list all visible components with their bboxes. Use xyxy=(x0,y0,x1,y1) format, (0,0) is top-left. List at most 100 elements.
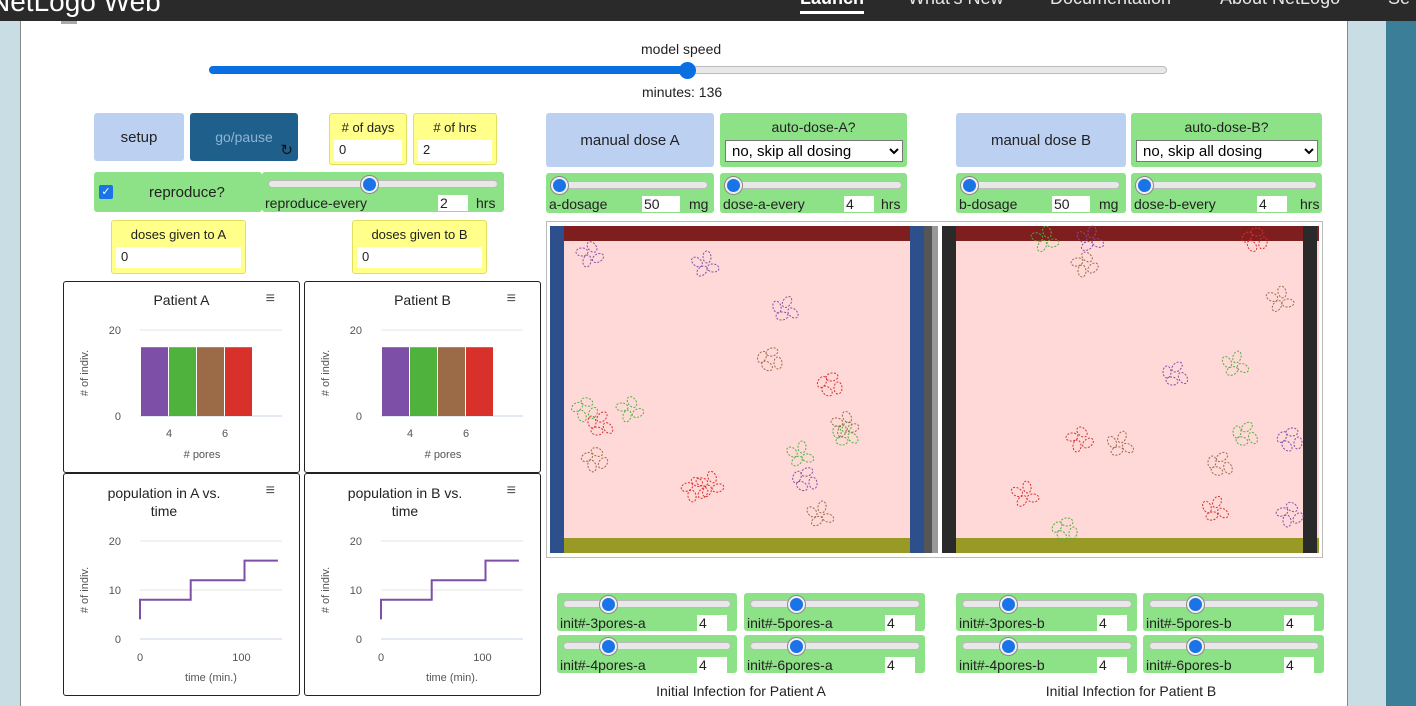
nav-documentation[interactable]: Documentation xyxy=(1050,0,1171,9)
x-tick-label: 0 xyxy=(378,652,384,664)
slider-thumb[interactable] xyxy=(788,638,805,655)
b-dosage-label: b-dosage xyxy=(959,196,1018,212)
init-6pores-b-value: 4 xyxy=(1284,657,1314,673)
bar-3 xyxy=(141,347,168,416)
days-label: # of days xyxy=(341,120,395,135)
days-field[interactable]: 0 xyxy=(334,140,402,161)
init-6pores-b-label: init#-6pores-b xyxy=(1146,657,1232,673)
manual-dose-a-button[interactable]: manual dose A xyxy=(546,113,714,167)
reproduce-every-label: reproduce-every xyxy=(265,195,367,211)
init-3pores-b-widget: init#-3pores-b 4 xyxy=(956,593,1137,631)
init-4pores-b-label: init#-4pores-b xyxy=(959,657,1045,673)
chart-svg: 0 10 20 0 100 time (min). # of indiv. xyxy=(320,536,523,684)
x-axis-label: # pores xyxy=(425,449,462,461)
init-6pores-b-slider[interactable] xyxy=(1149,638,1319,655)
dose-b-every-label: dose-b-every xyxy=(1134,196,1216,212)
slider-thumb[interactable] xyxy=(1000,596,1017,613)
auto-dose-b-select[interactable]: no, skip all dosing xyxy=(1136,140,1318,162)
minutes-label: minutes: 136 xyxy=(642,84,723,100)
b-dosage-value: 50 xyxy=(1052,196,1090,212)
reproduce-switch[interactable]: ✓ reproduce? xyxy=(94,172,262,212)
x-axis-label: time (min). xyxy=(426,672,478,684)
y-tick-label: 0 xyxy=(115,634,121,646)
y-tick-label: 20 xyxy=(109,325,121,337)
reproduce-every-value: 2 xyxy=(438,195,468,211)
nav-more[interactable]: Se xyxy=(1388,0,1410,9)
x-tick-label: 6 xyxy=(463,428,469,440)
init-5pores-a-value: 4 xyxy=(885,615,915,631)
speed-slider[interactable] xyxy=(209,62,1167,79)
y-tick-label: 20 xyxy=(109,536,121,548)
doses-b-monitor: doses given to B 0 xyxy=(352,220,487,274)
nav-whats-new[interactable]: What's New xyxy=(908,0,1003,9)
patient-a-top-membrane xyxy=(550,226,938,241)
doses-a-value: 0 xyxy=(116,247,241,268)
manual-dose-b-button[interactable]: manual dose B xyxy=(956,113,1126,167)
go-pause-button[interactable]: go/pause ↻ xyxy=(190,113,298,161)
reproduce-every-slider-widget: reproduce-every 2 hrs xyxy=(262,172,504,212)
hrs-field[interactable]: 2 xyxy=(418,140,492,161)
dose-b-every-slider[interactable] xyxy=(1136,177,1317,194)
speed-slider-thumb[interactable] xyxy=(679,62,696,79)
y-axis-label: # of indiv. xyxy=(79,567,91,613)
brand-title[interactable]: NetLogo Web xyxy=(0,0,161,18)
init-5pores-b-slider[interactable] xyxy=(1149,596,1319,613)
population-a-plot: population in A vs. time ≡ 0 10 20 0 100 time… xyxy=(63,473,300,696)
patient-a-bottom-membrane xyxy=(550,538,938,553)
init-4pores-a-slider[interactable] xyxy=(563,638,731,655)
x-tick-label: 0 xyxy=(137,652,143,664)
dose-b-every-thumb[interactable] xyxy=(1136,177,1153,194)
nav-about[interactable]: About NetLogo xyxy=(1220,0,1340,9)
bar-5 xyxy=(197,347,224,416)
slider-thumb[interactable] xyxy=(600,638,617,655)
world-view[interactable] xyxy=(546,221,1323,558)
auto-dose-b-label: auto-dose-B? xyxy=(1184,119,1269,135)
nav-launch[interactable]: Launch xyxy=(800,0,865,14)
init-4pores-a-value: 4 xyxy=(697,657,727,673)
init-3pores-a-slider[interactable] xyxy=(563,596,731,613)
x-tick-label: 6 xyxy=(222,428,228,440)
y-tick-label: 0 xyxy=(115,411,121,423)
x-axis-label: time (min.) xyxy=(185,672,237,684)
init-4pores-b-slider[interactable] xyxy=(962,638,1132,655)
patient-b-right-wall xyxy=(1303,226,1317,553)
slider-thumb[interactable] xyxy=(788,596,805,613)
reproduce-every-slider[interactable] xyxy=(268,176,498,193)
b-dosage-thumb[interactable] xyxy=(961,177,978,194)
auto-dose-a-select[interactable]: no, skip all dosing xyxy=(725,140,903,162)
a-dosage-units: mg xyxy=(689,196,709,212)
patient-a-background xyxy=(550,226,938,553)
world-canvas[interactable] xyxy=(547,222,1322,557)
init-6pores-a-widget: init#-6pores-a 4 xyxy=(744,635,925,673)
b-dosage-slider[interactable] xyxy=(961,177,1120,194)
bar-3 xyxy=(382,347,409,416)
left-background xyxy=(0,21,20,706)
setup-button[interactable]: setup xyxy=(94,113,184,161)
reproduce-every-thumb[interactable] xyxy=(361,176,378,193)
reproduce-checkbox[interactable]: ✓ xyxy=(99,185,113,199)
init-5pores-b-value: 4 xyxy=(1284,615,1314,631)
init-3pores-a-value: 4 xyxy=(697,615,727,631)
forever-icon: ↻ xyxy=(280,142,293,159)
bar-6 xyxy=(225,347,252,416)
slider-thumb[interactable] xyxy=(600,596,617,613)
init-3pores-b-slider[interactable] xyxy=(962,596,1132,613)
dose-a-every-units: hrs xyxy=(881,196,901,212)
a-dosage-slider[interactable] xyxy=(551,177,708,194)
a-dosage-thumb[interactable] xyxy=(551,177,568,194)
init-5pores-b-widget: init#-5pores-b 4 xyxy=(1143,593,1324,631)
slider-thumb[interactable] xyxy=(1187,638,1204,655)
init-4pores-b-widget: init#-4pores-b 4 xyxy=(956,635,1137,673)
dose-b-every-slider-widget: dose-b-every 4 hrs xyxy=(1131,173,1322,213)
init-5pores-a-slider[interactable] xyxy=(750,596,920,613)
init-6pores-a-label: init#-6pores-a xyxy=(747,657,833,673)
dose-a-every-value: 4 xyxy=(844,196,874,212)
right-background xyxy=(1349,21,1386,706)
dose-a-every-thumb[interactable] xyxy=(725,177,742,194)
dose-a-every-slider[interactable] xyxy=(725,177,902,194)
right-scrollbar[interactable] xyxy=(1386,21,1416,706)
slider-thumb[interactable] xyxy=(1000,638,1017,655)
init-6pores-a-slider[interactable] xyxy=(750,638,920,655)
slider-thumb[interactable] xyxy=(1187,596,1204,613)
dose-b-every-value: 4 xyxy=(1257,196,1287,212)
